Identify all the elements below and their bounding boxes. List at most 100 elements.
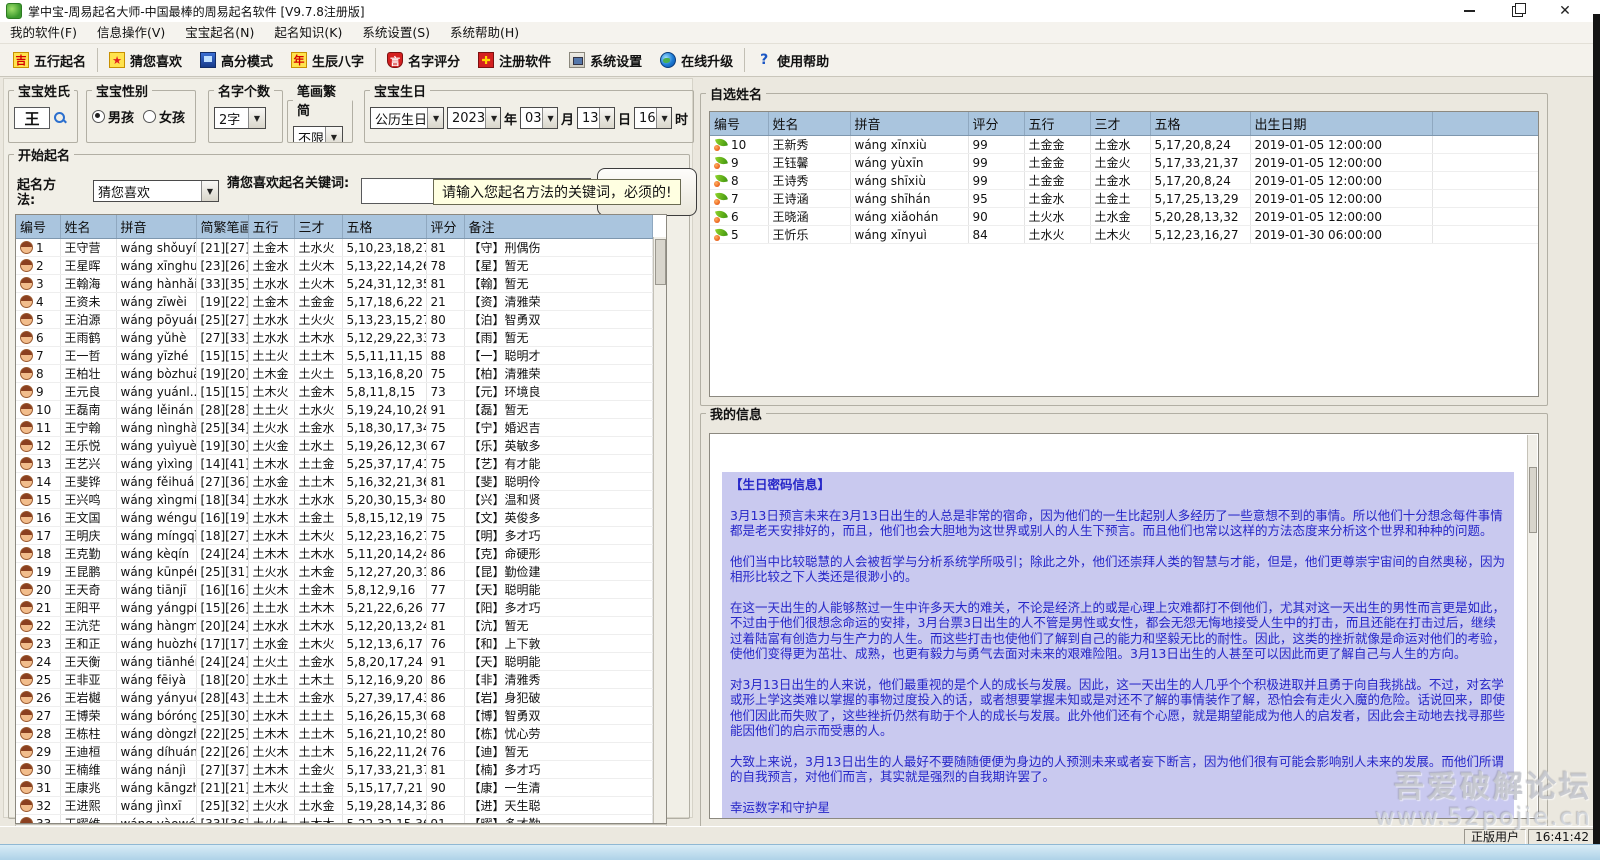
guess-you-like-button[interactable]: ★猜您喜欢: [100, 46, 191, 74]
result-row[interactable]: 28王栋柱wáng dòngzhù[22][25]土木木土土木5,16,21,1…: [16, 725, 652, 743]
result-row[interactable]: 13王艺兴wáng yìxìng[14][41]土木水土土金5,25,37,17…: [16, 455, 652, 473]
result-row[interactable]: 18王克勤wáng kèqín[24][24]土木木土木水5,11,20,14,…: [16, 545, 652, 563]
column-header[interactable]: 编号: [710, 112, 768, 136]
result-row[interactable]: 12王乐悦wáng yuìyuè[19][30]土火金土水土5,19,26,12…: [16, 437, 652, 455]
result-row[interactable]: 16王文国wáng wénguó[16][19]土水木土金土5,8,15,12,…: [16, 509, 652, 527]
selected-name-row[interactable]: 5王忻乐wáng xīnyuì84土水火土木火5,12,23,16,272019…: [710, 226, 1538, 244]
radio-boy-label[interactable]: 男孩: [108, 107, 134, 126]
menu-item-system-settings[interactable]: 系统设置(S): [352, 22, 440, 44]
result-row[interactable]: 31王康兆wáng kāngzhào[21][21]土木火土土金5,15,17,…: [16, 779, 652, 797]
menu-item-my-software[interactable]: 我的软件(F): [0, 22, 87, 44]
stroke-select[interactable]: 不限 ▼: [293, 126, 343, 143]
name-count-select[interactable]: 2字 ▼: [214, 107, 266, 129]
column-header[interactable]: 出生日期: [1250, 112, 1432, 136]
selected-name-row[interactable]: 6王晓涵wáng xiǎohán90土火水土水金5,20,28,13,32201…: [710, 208, 1538, 226]
column-header[interactable]: 简繁笔画: [196, 215, 248, 239]
column-header[interactable]: 姓名: [60, 215, 116, 239]
wuxing-naming-button[interactable]: 吉五行起名: [4, 46, 95, 74]
name-count-groupbox: 名字个数 2字 ▼: [208, 81, 283, 143]
result-row[interactable]: 14王斐铧wáng fěihuá[27][36]土水金土土木5,16,32,21…: [16, 473, 652, 491]
result-row[interactable]: 33王曜维wáng yàowéi[33][36]土火土土木木5,22,32,15…: [16, 815, 652, 825]
calendar-type-select[interactable]: 公历生日 ▼: [370, 107, 444, 129]
column-header[interactable]: 拼音: [850, 112, 968, 136]
results-vscroll-thumb[interactable]: [655, 239, 666, 285]
minimize-button[interactable]: [1462, 4, 1476, 18]
result-row[interactable]: 23王和正wáng huòzhēng[17][17]土水金土木火5,12,13,…: [16, 635, 652, 653]
register-software-button[interactable]: ✚注册软件: [469, 46, 560, 74]
result-row[interactable]: 4王资未wáng zīwèi[19][22]土金木土金金5,17,18,6,22…: [16, 293, 652, 311]
column-header[interactable]: 编号: [16, 215, 60, 239]
selected-name-row[interactable]: 8王诗秀wáng shīxiù99土金金土金水5,17,20,8,242019-…: [710, 172, 1538, 190]
cell: wáng xìngmíng: [116, 491, 196, 509]
result-row[interactable]: 27王博荣wáng bóróng[25][30]土水木土土土5,16,26,15…: [16, 707, 652, 725]
radio-boy[interactable]: [92, 110, 105, 123]
system-settings-button[interactable]: 系统设置: [560, 46, 651, 74]
result-row[interactable]: 3王翰海wáng hànhǎi[33][35]土水水土火木5,24,31,12,…: [16, 275, 652, 293]
result-row[interactable]: 7王一哲wáng yīzhé[15][15]土土火土土木5,5,11,11,15…: [16, 347, 652, 365]
result-row[interactable]: 32王进熙wáng jìnxī[25][32]土火水土水金5,19,28,14,…: [16, 797, 652, 815]
month-select[interactable]: 03 ▼: [520, 107, 558, 129]
result-row[interactable]: 15王兴鸣wáng xìngmíng[18][34]土水水土水水5,20,30,…: [16, 491, 652, 509]
menu-item-naming-knowledge[interactable]: 起名知识(K): [264, 22, 352, 44]
column-header[interactable]: 三才: [1090, 112, 1150, 136]
column-header[interactable]: 五格: [342, 215, 426, 239]
result-row[interactable]: 11王宁翰wáng nìnghàn[25][34]土火水土金水5,18,30,1…: [16, 419, 652, 437]
result-row[interactable]: 5王泊源wáng pōyuán[25][27]土水水土火火5,13,23,15,…: [16, 311, 652, 329]
year-select[interactable]: 2023 ▼: [447, 107, 501, 129]
cell: 5,8,12,9,16: [342, 581, 426, 599]
help-button[interactable]: ?使用帮助: [747, 46, 838, 74]
day-select[interactable]: 13 ▼: [577, 107, 615, 129]
result-row[interactable]: 30王楠维wáng nánjì[27][37]土木木土金火5,17,33,21,…: [16, 761, 652, 779]
selected-name-row[interactable]: 9王钰馨wáng yùxīn99土金金土金火5,17,33,21,372019-…: [710, 154, 1538, 172]
result-row[interactable]: 22王沆茫wáng hàngmáng[20][24]土水水土木水5,12,20,…: [16, 617, 652, 635]
cell: 王翰海: [60, 275, 116, 293]
result-row[interactable]: 24王天衡wáng tiānhéng[24][24]土火土土金水5,8,20,1…: [16, 653, 652, 671]
info-vscroll-thumb[interactable]: [1529, 467, 1537, 533]
column-header[interactable]: 姓名: [768, 112, 850, 136]
menu-item-system-help[interactable]: 系统帮助(H): [440, 22, 529, 44]
column-header[interactable]: 五行: [248, 215, 294, 239]
my-info-textarea[interactable]: 【生日密码信息】3月13日预言未来在3月13日出生的人总是非常的宿命，因为他们的…: [709, 433, 1539, 819]
info-vertical-scrollbar[interactable]: [1527, 435, 1537, 817]
name-score-button[interactable]: 言名字评分: [378, 46, 469, 74]
method-select[interactable]: 猜您喜欢 ▼: [93, 180, 219, 202]
column-header[interactable]: 拼音: [116, 215, 196, 239]
result-row[interactable]: 8王柏壮wáng bòzhuàng[19][20]土木金土火土5,13,16,8…: [16, 365, 652, 383]
result-row[interactable]: 21王阳平wáng yángpíng[15][26]土土水土木木5,21,22,…: [16, 599, 652, 617]
column-header[interactable]: 三才: [294, 215, 342, 239]
result-row[interactable]: 6王雨鹤wáng yǔhè[27][33]土水水土木水5,12,29,22,33…: [16, 329, 652, 347]
result-row[interactable]: 25王非亚wáng fēiyà[18][20]土水土土木土5,12,16,9,2…: [16, 671, 652, 689]
column-header[interactable]: 五格: [1150, 112, 1250, 136]
radio-girl-label[interactable]: 女孩: [159, 107, 185, 126]
search-icon[interactable]: [53, 111, 67, 125]
results-vertical-scrollbar[interactable]: [653, 237, 666, 823]
cell: wáng shīxiù: [850, 172, 968, 190]
result-row[interactable]: 17王明庆wáng míngqìng[18][27]土水木土木火5,12,23,…: [16, 527, 652, 545]
radio-girl[interactable]: [143, 110, 156, 123]
high-score-mode-button[interactable]: 高分模式: [191, 46, 282, 74]
selected-name-row[interactable]: 7王诗涵wáng shīhán95土金水土金土5,17,25,13,292019…: [710, 190, 1538, 208]
result-row[interactable]: 20王天奇wáng tiānjī[16][16]土火木土金木5,8,12,9,1…: [16, 581, 652, 599]
result-row[interactable]: 26王岩樾wáng yányuè[28][43]土土木土金水5,27,39,17…: [16, 689, 652, 707]
result-row[interactable]: 10王磊南wáng lěinán[28][28]土土火土水火5,19,24,10…: [16, 401, 652, 419]
result-row[interactable]: 29王迪桓wáng díhuán[22][26]土火木土土木5,16,22,11…: [16, 743, 652, 761]
menu-item-baby-naming[interactable]: 宝宝起名(N): [175, 22, 264, 44]
column-header[interactable]: 评分: [426, 215, 464, 239]
result-row[interactable]: 2王星晖wáng xīnghuī[23][26]土金水土火木5,13,22,14…: [16, 257, 652, 275]
result-row[interactable]: 9王元良wáng yuánl...[15][15]土木火土金木5,8,11,8,…: [16, 383, 652, 401]
restore-button[interactable]: [1510, 4, 1524, 18]
selected-name-row[interactable]: 10王新秀wáng xīnxiù99土金金土金水5,17,20,8,242019…: [710, 136, 1538, 154]
hour-select[interactable]: 16 ▼: [634, 107, 672, 129]
surname-input[interactable]: 王: [14, 107, 50, 129]
online-upgrade-button[interactable]: 在线升级: [651, 46, 742, 74]
close-button[interactable]: ✕: [1558, 4, 1572, 18]
result-row[interactable]: 19王昆鹏wáng kūnpéng[25][31]土火水土木金5,12,27,2…: [16, 563, 652, 581]
column-header[interactable]: 备注: [464, 215, 652, 239]
column-header[interactable]: 五行: [1024, 112, 1090, 136]
cell: 土金水: [294, 419, 342, 437]
menu-item-info-operations[interactable]: 信息操作(V): [87, 22, 175, 44]
birth-bazi-button[interactable]: 年生辰八字: [282, 46, 373, 74]
result-row[interactable]: 1王守营wáng shǒuyíng[21][27]土金木土水火5,10,23,1…: [16, 239, 652, 257]
column-header[interactable]: [1432, 112, 1538, 136]
column-header[interactable]: 评分: [968, 112, 1024, 136]
